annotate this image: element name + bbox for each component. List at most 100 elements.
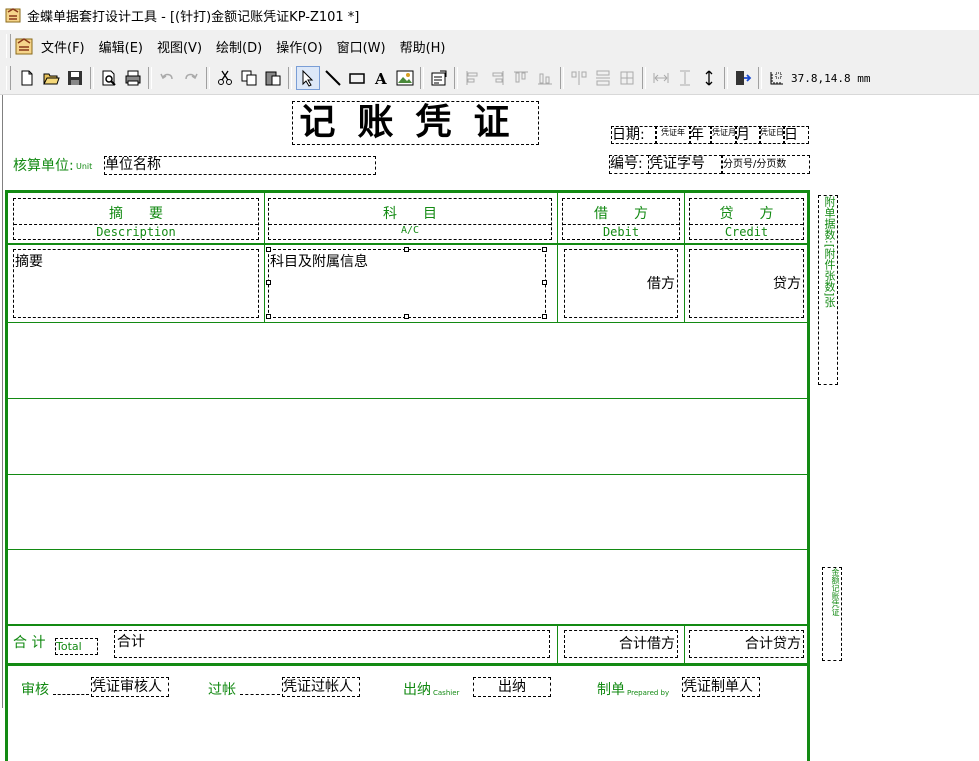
resize-handle[interactable] bbox=[404, 247, 409, 252]
toolbar-separator bbox=[288, 67, 292, 89]
maker-label[interactable]: 制单 bbox=[597, 679, 625, 699]
resize-handle[interactable] bbox=[266, 314, 271, 319]
toolbar-separator bbox=[420, 67, 424, 89]
same-height-icon[interactable] bbox=[674, 67, 696, 89]
page-number-field[interactable]: 分页号/分页数 bbox=[722, 155, 810, 174]
date-day-suffix[interactable]: 日 bbox=[783, 126, 809, 144]
date-month-field[interactable]: 凭证月 bbox=[711, 126, 737, 144]
post-person-field[interactable]: 凭证过帐人 bbox=[282, 677, 360, 697]
copy-icon[interactable] bbox=[238, 67, 260, 89]
paste-icon[interactable] bbox=[262, 67, 284, 89]
align-right-icon[interactable] bbox=[486, 67, 508, 89]
audit-label[interactable]: 审核 bbox=[21, 679, 49, 699]
header-account-cn: 科目 bbox=[383, 206, 463, 222]
coordinate-readout: 37.8,14.8 mm bbox=[791, 71, 871, 85]
document-icon[interactable] bbox=[14, 35, 36, 57]
header-credit-en: Credit bbox=[690, 224, 803, 239]
menu-help[interactable]: 帮助(H) bbox=[399, 35, 447, 58]
cashier-person-field[interactable]: 出纳 bbox=[473, 677, 551, 697]
resize-handle[interactable] bbox=[266, 247, 271, 252]
menu-operate[interactable]: 操作(O) bbox=[275, 35, 323, 58]
cut-icon[interactable] bbox=[214, 67, 236, 89]
design-canvas[interactable]: 记账凭证 日期: 凭证年 年 凭证月 月 凭证日 日 核算单位: Unit 单位… bbox=[0, 95, 979, 761]
total-debit-field[interactable]: 合计借方 bbox=[564, 630, 678, 658]
line-tool-icon[interactable] bbox=[322, 67, 344, 89]
post-underline bbox=[240, 694, 280, 695]
maker-person-field[interactable]: 凭证制单人 bbox=[682, 677, 760, 697]
total-label-en[interactable]: Total bbox=[55, 638, 98, 655]
properties-icon[interactable] bbox=[428, 67, 450, 89]
menu-file[interactable]: 文件(F) bbox=[40, 35, 86, 58]
menu-grip[interactable] bbox=[6, 34, 11, 58]
resize-vertical-icon[interactable] bbox=[698, 67, 720, 89]
distribute-vertical-icon[interactable] bbox=[592, 67, 614, 89]
exit-icon[interactable] bbox=[732, 67, 754, 89]
app-icon bbox=[5, 8, 21, 23]
date-label[interactable]: 日期: bbox=[611, 126, 657, 144]
post-label[interactable]: 过帐 bbox=[208, 679, 236, 699]
row-line-4 bbox=[5, 549, 810, 550]
distribute-horizontal-icon[interactable] bbox=[568, 67, 590, 89]
unit-label[interactable]: 核算单位: bbox=[13, 155, 74, 175]
toolbar-separator bbox=[758, 67, 762, 89]
toolbar-grip[interactable] bbox=[6, 66, 11, 90]
save-icon[interactable] bbox=[64, 67, 86, 89]
header-credit[interactable]: 贷方 Credit bbox=[689, 198, 804, 240]
align-bottom-icon[interactable] bbox=[534, 67, 556, 89]
voucher-title[interactable]: 记账凭证 bbox=[292, 101, 539, 145]
resize-handle[interactable] bbox=[542, 247, 547, 252]
header-debit-en: Debit bbox=[563, 224, 679, 239]
date-year-suffix[interactable]: 年 bbox=[689, 126, 711, 144]
menu-window[interactable]: 窗口(W) bbox=[336, 35, 387, 58]
rectangle-tool-icon[interactable] bbox=[346, 67, 368, 89]
text-tool-icon[interactable]: A bbox=[370, 67, 392, 89]
undo-icon[interactable] bbox=[156, 67, 178, 89]
cell-debit[interactable]: 借方 bbox=[564, 249, 678, 318]
row-line-3 bbox=[5, 474, 810, 475]
cell-summary[interactable]: 摘要 bbox=[13, 249, 259, 318]
same-width-icon[interactable] bbox=[650, 67, 672, 89]
voucher-number-field[interactable]: 凭证字号 bbox=[648, 155, 722, 174]
image-tool-icon[interactable] bbox=[394, 67, 416, 89]
resize-handle[interactable] bbox=[266, 280, 271, 285]
date-year-field[interactable]: 凭证年 bbox=[655, 126, 691, 144]
table-right-border bbox=[807, 190, 810, 761]
print-icon[interactable] bbox=[122, 67, 144, 89]
print-preview-icon[interactable] bbox=[98, 67, 120, 89]
voucher-type-field[interactable]: 金额记账凭证 bbox=[822, 567, 842, 661]
total-summary-field[interactable]: 合计 bbox=[114, 630, 550, 658]
redo-icon[interactable] bbox=[180, 67, 202, 89]
resize-handle[interactable] bbox=[542, 280, 547, 285]
svg-text:A: A bbox=[374, 70, 387, 87]
date-day-field[interactable]: 凭证日 bbox=[759, 126, 785, 144]
cashier-label-en[interactable]: Cashier bbox=[433, 689, 459, 697]
header-debit[interactable]: 借方 Debit bbox=[562, 198, 680, 240]
resize-handle[interactable] bbox=[404, 314, 409, 319]
menu-draw[interactable]: 绘制(D) bbox=[215, 35, 263, 58]
align-top-icon[interactable] bbox=[510, 67, 532, 89]
cell-account-selected[interactable]: 科目及附属信息 bbox=[268, 249, 546, 318]
attachment-count-field[interactable]: 附单据数:[附件张数]张 bbox=[818, 195, 838, 385]
header-account[interactable]: 科目 A/C bbox=[268, 198, 552, 240]
align-left-icon[interactable] bbox=[462, 67, 484, 89]
menu-edit[interactable]: 编辑(E) bbox=[98, 35, 144, 58]
menu-view[interactable]: 视图(V) bbox=[156, 35, 203, 58]
header-summary[interactable]: 摘要 Description bbox=[13, 198, 259, 240]
date-month-suffix[interactable]: 月 bbox=[735, 126, 761, 144]
audit-person-field[interactable]: 凭证审核人 bbox=[91, 677, 169, 697]
resize-handle[interactable] bbox=[542, 314, 547, 319]
total-label[interactable]: 合 计 bbox=[13, 632, 45, 652]
select-pointer-icon[interactable] bbox=[296, 66, 320, 90]
cashier-label[interactable]: 出纳 bbox=[403, 679, 431, 699]
center-icon[interactable] bbox=[616, 67, 638, 89]
unit-name-field[interactable]: 单位名称 bbox=[104, 156, 376, 175]
title-bar: 金蝶单据套打设计工具 - [(针打)金额记账凭证KP-Z101 *] bbox=[0, 0, 979, 30]
cell-credit[interactable]: 贷方 bbox=[689, 249, 804, 318]
new-file-icon[interactable] bbox=[16, 67, 38, 89]
open-folder-icon[interactable] bbox=[40, 67, 62, 89]
total-credit-field[interactable]: 合计贷方 bbox=[689, 630, 804, 658]
unit-label-en[interactable]: Unit bbox=[76, 162, 92, 171]
header-separator bbox=[5, 243, 810, 245]
number-label[interactable]: 编号: bbox=[609, 155, 649, 174]
maker-label-en[interactable]: Prepared by bbox=[627, 689, 669, 697]
